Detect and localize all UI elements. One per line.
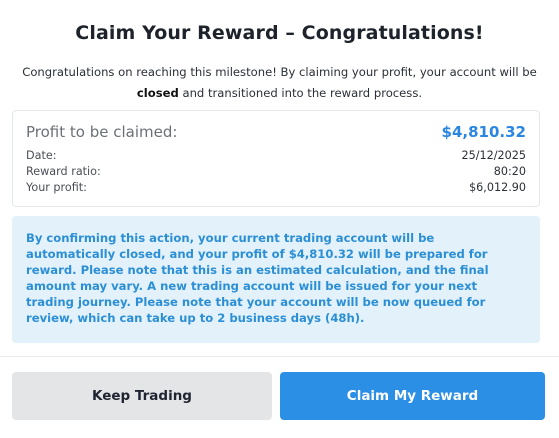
subtitle-text-end: and transitioned into the reward process…	[178, 86, 423, 100]
profit-to-claim-label: Profit to be claimed:	[26, 123, 178, 141]
keep-trading-button[interactable]: Keep Trading	[12, 372, 272, 420]
reward-ratio-label: Reward ratio:	[26, 165, 101, 178]
dialog-subtitle: Congratulations on reaching this milesto…	[14, 62, 545, 104]
your-profit-value: $6,012.90	[469, 181, 526, 194]
summary-row-reward-ratio: Reward ratio: 80:20	[26, 165, 526, 181]
date-value: 25/12/2025	[461, 149, 526, 162]
reward-ratio-value: 80:20	[493, 165, 526, 178]
date-label: Date:	[26, 149, 57, 162]
summary-row-date: Date: 25/12/2025	[26, 149, 526, 165]
subtitle-text-start: Congratulations on reaching this milesto…	[22, 65, 537, 79]
info-notice: By confirming this action, your current …	[12, 216, 540, 343]
claim-reward-button[interactable]: Claim My Reward	[280, 372, 545, 420]
subtitle-closed-emphasis: closed	[136, 86, 179, 100]
claim-reward-dialog: Claim Your Reward – Congratulations! Con…	[0, 0, 559, 438]
dialog-title: Claim Your Reward – Congratulations!	[75, 22, 484, 44]
your-profit-label: Your profit:	[26, 181, 87, 194]
profit-to-claim-value: $4,810.32	[441, 123, 526, 141]
profit-summary-card: Profit to be claimed: $4,810.32 Date: 25…	[12, 110, 540, 207]
summary-row-your-profit: Your profit: $6,012.90	[26, 181, 526, 197]
footer-divider	[0, 356, 559, 357]
